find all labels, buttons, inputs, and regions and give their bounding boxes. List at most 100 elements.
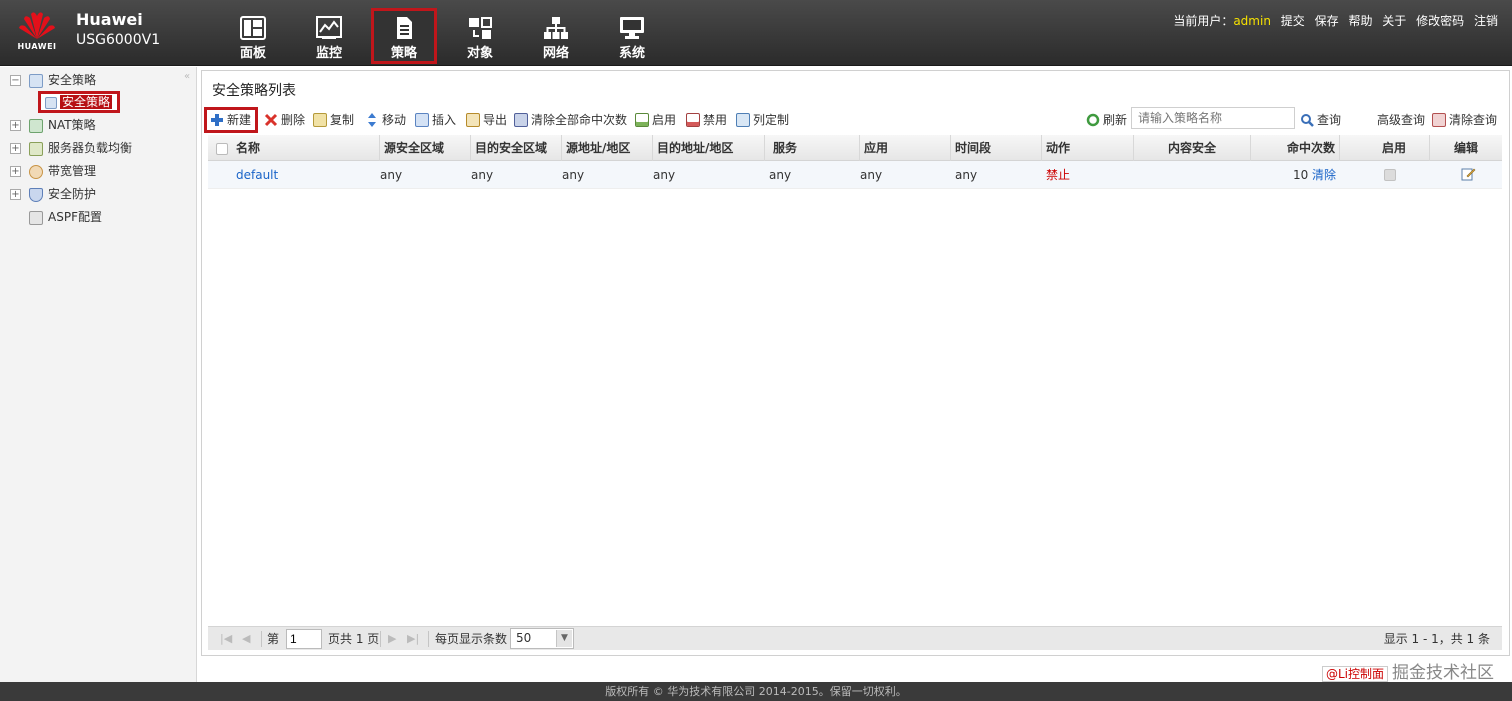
expand-toggle-icon[interactable]: + <box>10 143 21 154</box>
monitor-chart-icon <box>316 16 342 39</box>
record-summary: 显示 1 - 1，共 1 条 <box>1383 632 1490 646</box>
tree-item-security-policy[interactable]: 安全策略 <box>38 91 121 113</box>
copy-icon <box>313 113 327 127</box>
nav-policy[interactable]: 策略 <box>371 8 437 64</box>
per-page-label: 每页显示条数 <box>435 632 508 646</box>
button-label: 清除查询 <box>1449 113 1498 127</box>
select-all-checkbox[interactable] <box>216 142 228 155</box>
clear-hits-link[interactable]: 清除 <box>1308 161 1336 189</box>
system-display-icon <box>620 17 644 39</box>
column-settings-icon <box>736 113 750 127</box>
huawei-logo: HUAWEI <box>14 8 60 54</box>
column-header[interactable]: 时间段 <box>951 135 1042 161</box>
bandwidth-globe-icon <box>29 164 43 179</box>
copy-button[interactable]: 复制 <box>313 111 354 129</box>
cell-source-zone: any <box>380 168 403 182</box>
tree-item-aspf-config[interactable]: ASPF配置 <box>29 207 102 227</box>
collapse-toggle-icon[interactable]: − <box>10 75 21 86</box>
last-page-icon[interactable]: ▶| <box>407 627 419 651</box>
policy-page-icon <box>45 96 57 109</box>
nav-object[interactable]: 对象 <box>447 8 513 64</box>
aspf-icon <box>29 210 43 225</box>
change-password-link[interactable]: 修改密码 <box>1416 14 1464 28</box>
export-icon <box>466 113 480 127</box>
tree-item-bandwidth-management[interactable]: + 带宽管理 <box>10 161 96 181</box>
pager-divider <box>380 631 381 647</box>
nav-monitor[interactable]: 监控 <box>296 8 362 64</box>
watermark: @Li控制面 掘金技术社区 <box>1321 658 1494 683</box>
button-label: 移动 <box>382 113 407 127</box>
huawei-petal-icon <box>19 12 55 39</box>
column-header[interactable]: 动作 <box>1042 135 1134 161</box>
column-header[interactable]: 启用 <box>1340 135 1430 161</box>
nav-dashboard[interactable]: 面板 <box>220 8 286 64</box>
delete-button[interactable]: 删除 <box>264 111 305 129</box>
cell-destination-zone: any <box>471 168 494 182</box>
per-page-select[interactable]: 50 ▼ <box>510 628 574 649</box>
new-button[interactable]: 新建 <box>204 107 259 133</box>
nav-system[interactable]: 系统 <box>599 8 665 64</box>
advanced-query-button[interactable]: 高级查询 <box>1377 111 1425 129</box>
submit-link[interactable]: 提交 <box>1281 14 1305 28</box>
expand-toggle-icon[interactable]: + <box>10 120 21 131</box>
column-custom-button[interactable]: 列定制 <box>736 111 789 129</box>
query-button[interactable]: 查询 <box>1300 111 1341 129</box>
column-header[interactable]: 目的安全区域 <box>471 135 562 161</box>
logout-link[interactable]: 注销 <box>1474 14 1498 28</box>
button-label: 导出 <box>483 113 508 127</box>
tree-item-server-load-balancing[interactable]: + 服务器负载均衡 <box>10 138 132 158</box>
next-page-icon[interactable]: ▶ <box>388 627 396 651</box>
column-header[interactable]: 名称 <box>232 135 380 161</box>
disable-button[interactable]: 禁用 <box>686 111 727 129</box>
button-label: 刷新 <box>1103 113 1128 127</box>
enable-button[interactable]: 启用 <box>635 111 676 129</box>
nav-network[interactable]: 网络 <box>523 8 589 64</box>
button-label: 禁用 <box>703 113 728 127</box>
nav-label: 网络 <box>542 46 569 61</box>
object-icon <box>469 17 492 39</box>
column-header[interactable]: 服务 <box>769 135 860 161</box>
logo-text: HUAWEI <box>17 42 57 51</box>
help-link[interactable]: 帮助 <box>1348 14 1372 28</box>
tree-item-nat-policy[interactable]: + NAT策略 <box>10 115 96 135</box>
export-button[interactable]: 导出 <box>466 111 507 129</box>
tree-item-security-policy-group[interactable]: − 安全策略 <box>10 70 96 90</box>
column-header[interactable]: 应用 <box>860 135 951 161</box>
insert-button[interactable]: 插入 <box>415 111 456 129</box>
expand-toggle-icon[interactable]: + <box>10 166 21 177</box>
refresh-button[interactable]: 刷新 <box>1086 111 1127 129</box>
tree-item-label: 带宽管理 <box>48 164 97 178</box>
column-header[interactable]: 目的地址/地区 <box>653 135 765 161</box>
plus-icon <box>211 114 223 126</box>
policy-name-search-input[interactable] <box>1131 107 1295 129</box>
pager-divider <box>428 631 429 647</box>
clear-query-button[interactable]: 清除查询 <box>1432 111 1497 129</box>
policy-table: 名称 源安全区域 目的安全区域 源地址/地区 目的地址/地区 服务 应用 时间段… <box>208 135 1502 189</box>
column-header[interactable]: 命中次数 <box>1251 135 1340 161</box>
collapse-sidebar-icon[interactable]: « <box>184 71 190 82</box>
server-lb-icon <box>29 141 43 156</box>
table-row[interactable]: default any any any any any any any 禁止 1… <box>208 161 1502 189</box>
about-link[interactable]: 关于 <box>1382 14 1406 28</box>
expand-toggle-icon[interactable]: + <box>10 189 21 200</box>
edit-icon[interactable] <box>1461 167 1476 181</box>
page-number-input[interactable] <box>286 629 322 649</box>
first-page-icon[interactable]: |◀ <box>220 627 232 651</box>
enabled-checkbox[interactable] <box>1384 169 1396 181</box>
column-header[interactable]: 源安全区域 <box>380 135 471 161</box>
policy-name-link[interactable]: default <box>232 161 278 189</box>
pager-divider <box>261 631 262 647</box>
sidebar: « − 安全策略 安全策略 + NAT策略 + 服务器负载均衡 + 带宽管理 + 安全防护… <box>0 67 197 682</box>
move-button[interactable]: 移动 <box>365 111 406 129</box>
select-all-checkbox-cell <box>208 135 232 161</box>
column-header[interactable]: 源地址/地区 <box>562 135 653 161</box>
clear-hits-button[interactable]: 清除全部命中次数 <box>514 111 627 129</box>
column-header[interactable]: 编辑 <box>1430 135 1502 161</box>
save-link[interactable]: 保存 <box>1315 14 1339 28</box>
tree-item-security-protection[interactable]: + 安全防护 <box>10 184 96 204</box>
column-header[interactable]: 内容安全 <box>1134 135 1251 161</box>
prev-page-icon[interactable]: ◀ <box>242 627 250 651</box>
clear-query-icon <box>1432 113 1446 127</box>
current-user-label: 当前用户： <box>1173 14 1234 28</box>
search-icon <box>1301 114 1314 127</box>
